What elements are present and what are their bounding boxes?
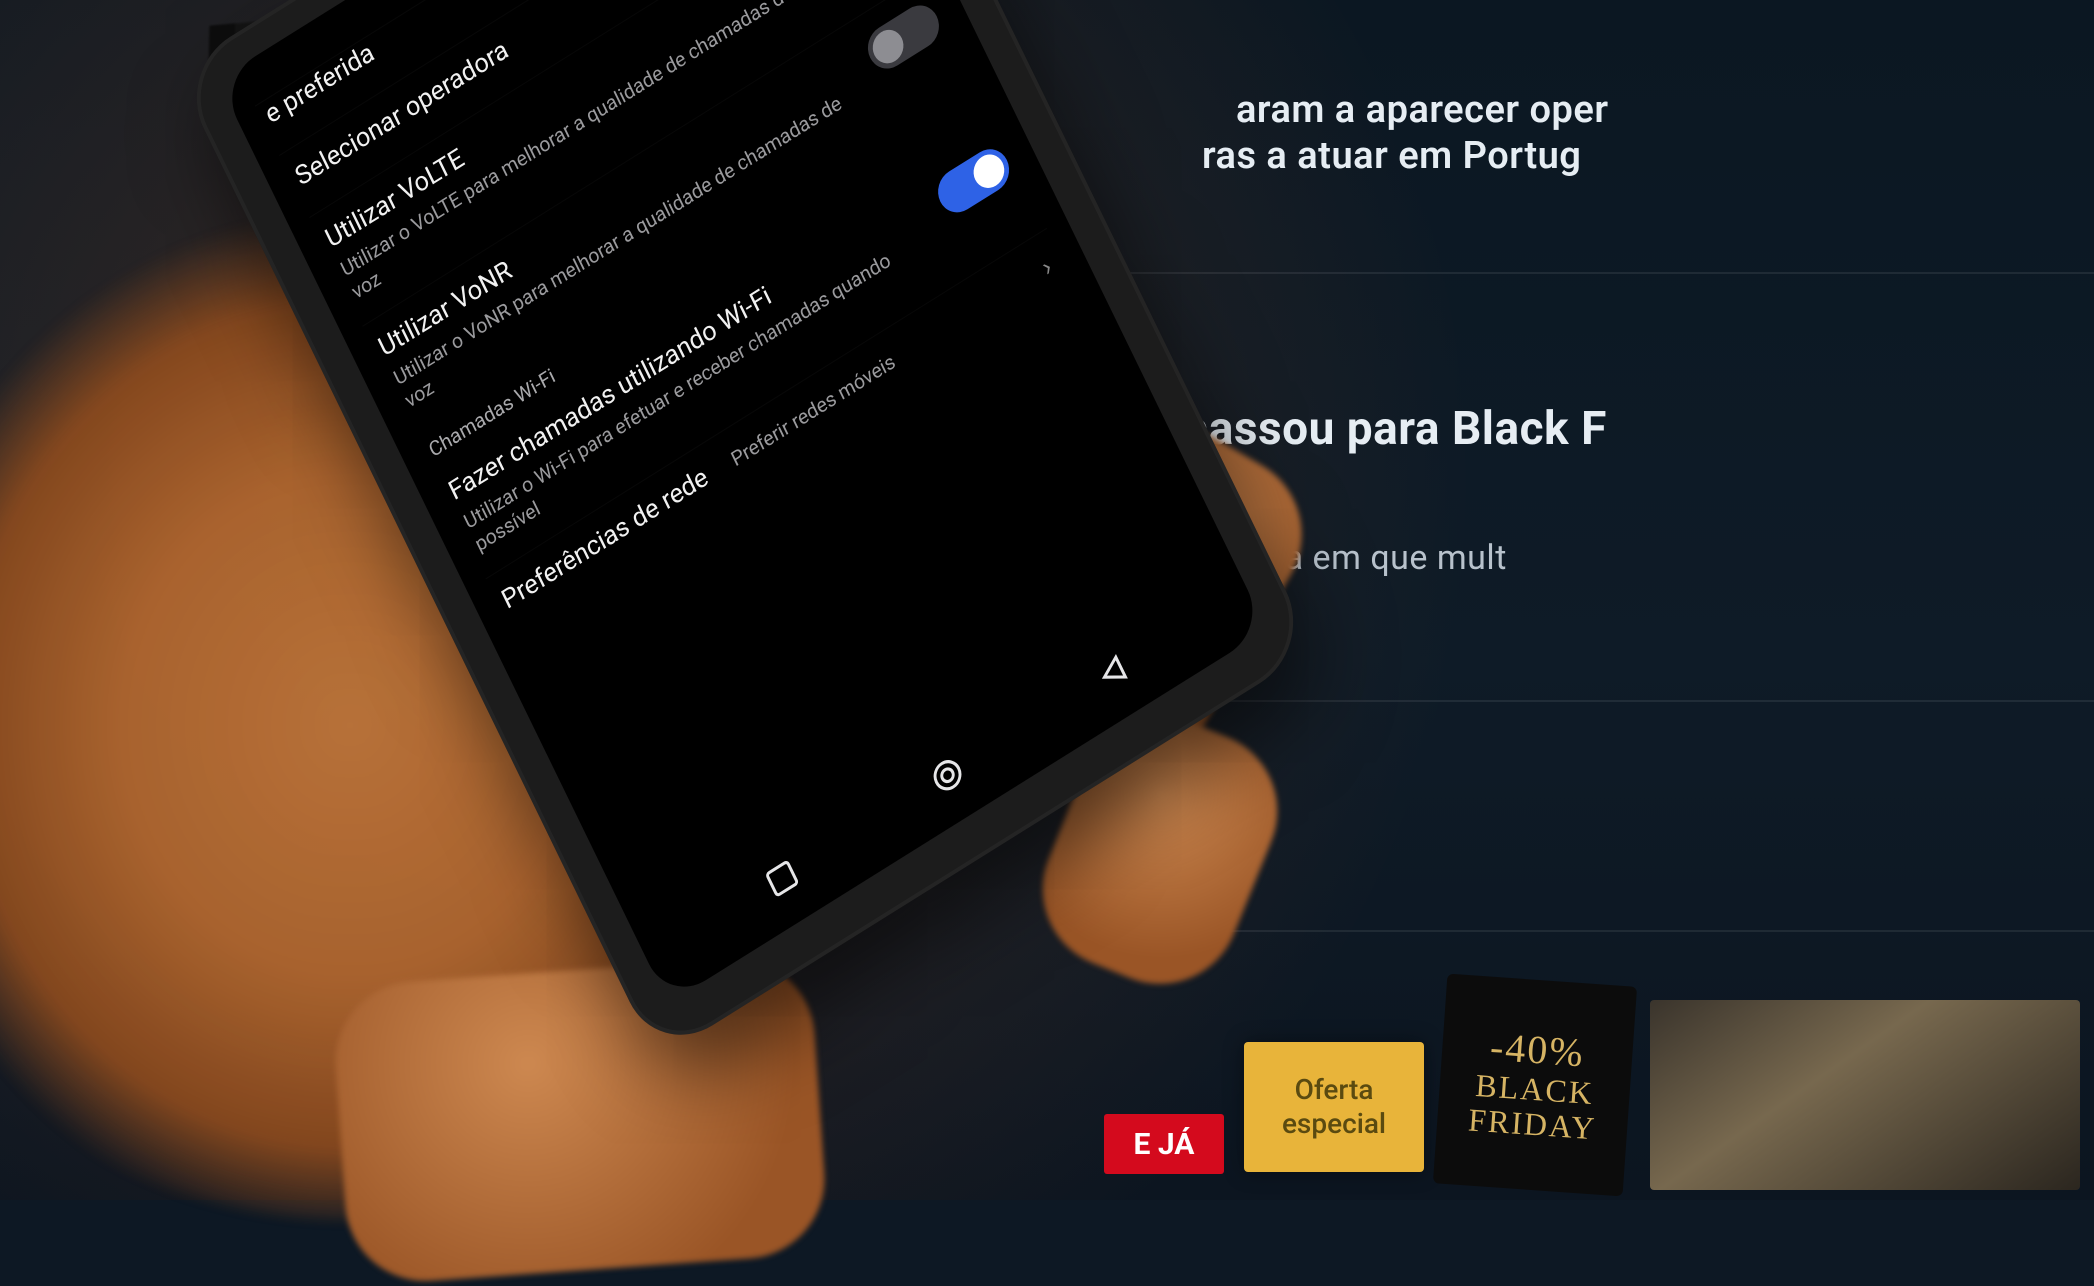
chevron-right-icon: ›: [1029, 245, 1063, 287]
toggle-knob: [968, 148, 1009, 194]
ad-yellow-offer: Oferta especial: [1244, 1042, 1424, 1172]
ad-black-line2: FRIDAY: [1467, 1102, 1597, 1146]
home-button[interactable]: [926, 751, 972, 803]
ad-thumbnail: [1650, 1000, 2080, 1190]
ad-yellow-line1: Oferta: [1295, 1073, 1374, 1107]
divider: [1120, 700, 2094, 702]
divider: [1120, 930, 2094, 932]
ad-black-pct: -40%: [1489, 1025, 1586, 1075]
badge-assine-ja: E JÁ: [1104, 1114, 1224, 1174]
ad-black-friday: -40% BLACK FRIDAY: [1433, 974, 1637, 1197]
bg-headline-frag-2: ras a atuar em Portug: [1202, 134, 1581, 178]
ad-yellow-line2: especial: [1282, 1107, 1386, 1141]
square-icon: [760, 854, 804, 903]
bg-headline-frag-1: aram a aparecer oper: [1236, 88, 1609, 132]
recent-apps-button[interactable]: [760, 854, 806, 906]
triangle-icon: [1091, 648, 1135, 697]
toggle-knob: [867, 24, 908, 70]
thumb: [330, 954, 830, 1286]
divider: [1120, 272, 2094, 274]
wifi-calling-toggle[interactable]: [931, 141, 1016, 220]
circle-icon: [926, 751, 970, 800]
vonr-toggle[interactable]: [861, 0, 946, 77]
back-button[interactable]: [1091, 648, 1137, 700]
